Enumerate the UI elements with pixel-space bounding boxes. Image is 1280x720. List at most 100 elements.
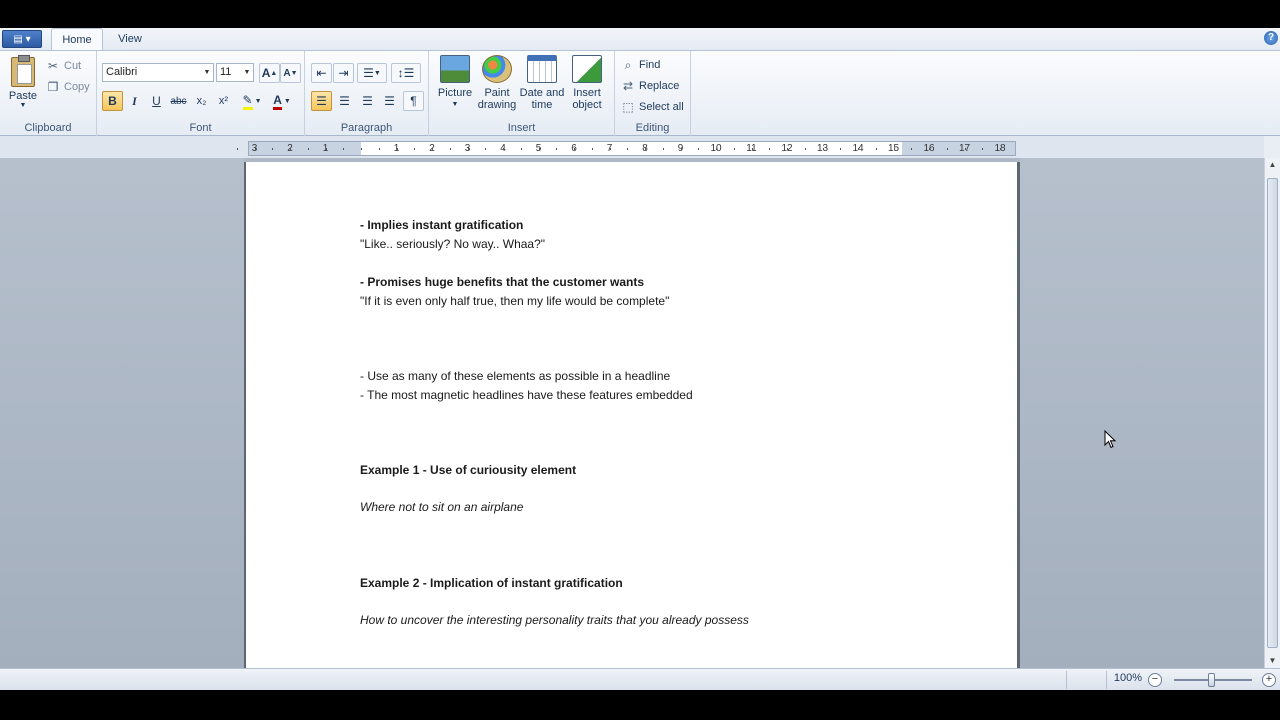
font-family-select[interactable]: Calibri ▼ <box>102 63 214 82</box>
insert-object-button[interactable]: Insert object <box>567 55 607 119</box>
select-all-button[interactable]: ⬚ Select all <box>621 98 684 116</box>
font-family-value: Calibri <box>106 66 138 78</box>
tab-home[interactable]: Home <box>51 28 103 50</box>
font-group-label: Font <box>189 122 212 134</box>
cut-label: Cut <box>64 60 82 72</box>
ruler-tick <box>875 148 877 150</box>
ruler-tick <box>929 148 930 150</box>
document-line: "If it is even only half true, then my l… <box>360 294 670 308</box>
justify-icon: ☰ <box>384 94 395 108</box>
select-all-label: Select all <box>639 101 684 113</box>
ruler-tick <box>982 148 984 150</box>
paint-drawing-button[interactable]: Paint drawing <box>477 55 517 119</box>
chevron-down-icon: ▼ <box>451 101 459 108</box>
ruler-tick <box>520 148 522 150</box>
application-menu-button[interactable]: ▤ ▾ <box>2 30 42 48</box>
ruler[interactable]: 321123456789101112131415161718 <box>236 141 1016 156</box>
ruler-tick <box>822 148 824 150</box>
text-color-icon: A <box>273 93 282 110</box>
ruler-tick <box>911 148 913 150</box>
paste-label: Paste <box>8 90 38 102</box>
increase-indent-button[interactable]: ⇥ <box>333 63 354 83</box>
chevron-down-icon: ▼ <box>203 69 211 76</box>
zoom-level: 100% <box>1113 672 1143 684</box>
find-button[interactable]: ⌕ Find <box>621 56 661 74</box>
replace-button[interactable]: ⇄ Replace <box>621 77 679 95</box>
text-color-button[interactable]: A ▼ <box>268 91 296 111</box>
ruler-tick <box>662 148 664 150</box>
document-page[interactable]: - Implies instant gratification "Like.. s… <box>244 162 1020 668</box>
shrink-font-button[interactable]: A ▼ <box>280 63 301 83</box>
insert-picture-button[interactable]: Picture ▼ <box>435 55 475 119</box>
ruler-tick <box>1000 148 1001 150</box>
line-spacing-button[interactable]: ↕☰ <box>391 63 421 83</box>
scroll-up-icon[interactable]: ▲ <box>1265 158 1280 172</box>
ruler-tick <box>378 148 380 150</box>
wordpad-window: ▤ ▾ Home View ? Paste ▼ ✂ Cut ❐ Copy Cli… <box>0 28 1280 690</box>
insert-group: Picture ▼ Paint drawing Date and time In… <box>429 51 615 136</box>
zoom-slider-thumb[interactable] <box>1208 673 1215 687</box>
scrollbar-thumb[interactable] <box>1267 178 1278 648</box>
bold-button[interactable]: B <box>102 91 123 111</box>
font-size-select[interactable]: 11 ▼ <box>216 63 254 82</box>
paragraph-dialog-button[interactable]: ¶ <box>403 91 424 111</box>
copy-icon: ❐ <box>47 80 59 94</box>
mouse-pointer-icon <box>1104 430 1117 449</box>
document-line: Where not to sit on an airplane <box>360 500 524 514</box>
align-left-button[interactable]: ☰ <box>311 91 332 111</box>
paint-drawing-label: Paint drawing <box>477 87 517 111</box>
ruler-tick <box>964 148 966 150</box>
align-right-button[interactable]: ☰ <box>357 91 378 111</box>
replace-icon: ⇄ <box>622 79 634 93</box>
insert-object-label: Insert object <box>572 87 602 111</box>
paint-palette-icon <box>482 55 512 83</box>
ruler-tick <box>804 148 806 150</box>
line-spacing-icon: ↕☰ <box>397 66 415 80</box>
decrease-indent-button[interactable]: ⇤ <box>311 63 332 83</box>
paste-button[interactable]: Paste ▼ <box>4 55 42 113</box>
replace-label: Replace <box>639 80 680 92</box>
clipboard-icon <box>11 55 35 87</box>
ribbon-tab-bar: ▤ ▾ Home View ? <box>0 28 1280 50</box>
document-canvas[interactable]: - Implies instant gratification "Like.. s… <box>0 158 1264 668</box>
underline-button[interactable]: U <box>146 91 167 111</box>
ruler-tick <box>591 148 593 150</box>
find-label: Find <box>639 59 661 71</box>
justify-button[interactable]: ☰ <box>379 91 400 111</box>
superscript-button[interactable]: x² <box>213 91 234 111</box>
zoom-in-button[interactable]: + <box>1262 673 1276 687</box>
bullets-button[interactable]: ☰ ▼ <box>357 63 387 83</box>
tab-view[interactable]: View <box>108 28 152 50</box>
zoom-out-button[interactable]: − <box>1148 673 1162 687</box>
highlight-color-button[interactable]: ✎ ▼ <box>238 91 266 111</box>
paragraph-group: ⇤ ⇥ ☰ ▼ ↕☰ ☰ ☰ ☰ ☰ ¶ Paragraph <box>305 51 429 136</box>
ruler-tick <box>449 148 451 150</box>
ruler-tick <box>272 148 274 150</box>
decrease-indent-icon: ⇤ <box>316 66 327 80</box>
ruler-tick <box>290 148 291 150</box>
clipboard-group: Paste ▼ ✂ Cut ❐ Copy Clipboard <box>0 51 97 136</box>
scissors-icon: ✂ <box>47 59 59 73</box>
ruler-tick <box>858 148 859 150</box>
grow-font-button[interactable]: A ▲ <box>259 63 280 83</box>
date-and-time-button[interactable]: Date and time <box>519 55 565 119</box>
ruler-tick <box>396 148 398 150</box>
cut-button[interactable]: ✂ Cut <box>46 57 81 75</box>
status-bar: 100% − + <box>0 668 1280 690</box>
scroll-down-icon[interactable]: ▼ <box>1265 654 1280 668</box>
subscript-button[interactable]: x₂ <box>191 91 212 111</box>
paragraph-icon: ¶ <box>410 94 417 108</box>
help-button[interactable]: ? <box>1264 31 1278 45</box>
ruler-tick <box>361 148 362 150</box>
align-center-button[interactable]: ☰ <box>334 91 355 111</box>
document-line: How to uncover the interesting personali… <box>360 613 749 627</box>
picture-icon <box>440 55 470 83</box>
align-left-icon: ☰ <box>316 94 327 108</box>
copy-button[interactable]: ❐ Copy <box>46 78 90 96</box>
highlighter-icon: ✎ <box>242 93 253 110</box>
strikethrough-button[interactable]: abc <box>168 91 189 111</box>
italic-button[interactable]: I <box>124 91 145 111</box>
vertical-scrollbar[interactable]: ▲ ▼ <box>1264 158 1280 668</box>
ruler-tick <box>893 148 895 150</box>
ruler-tick <box>840 148 842 150</box>
